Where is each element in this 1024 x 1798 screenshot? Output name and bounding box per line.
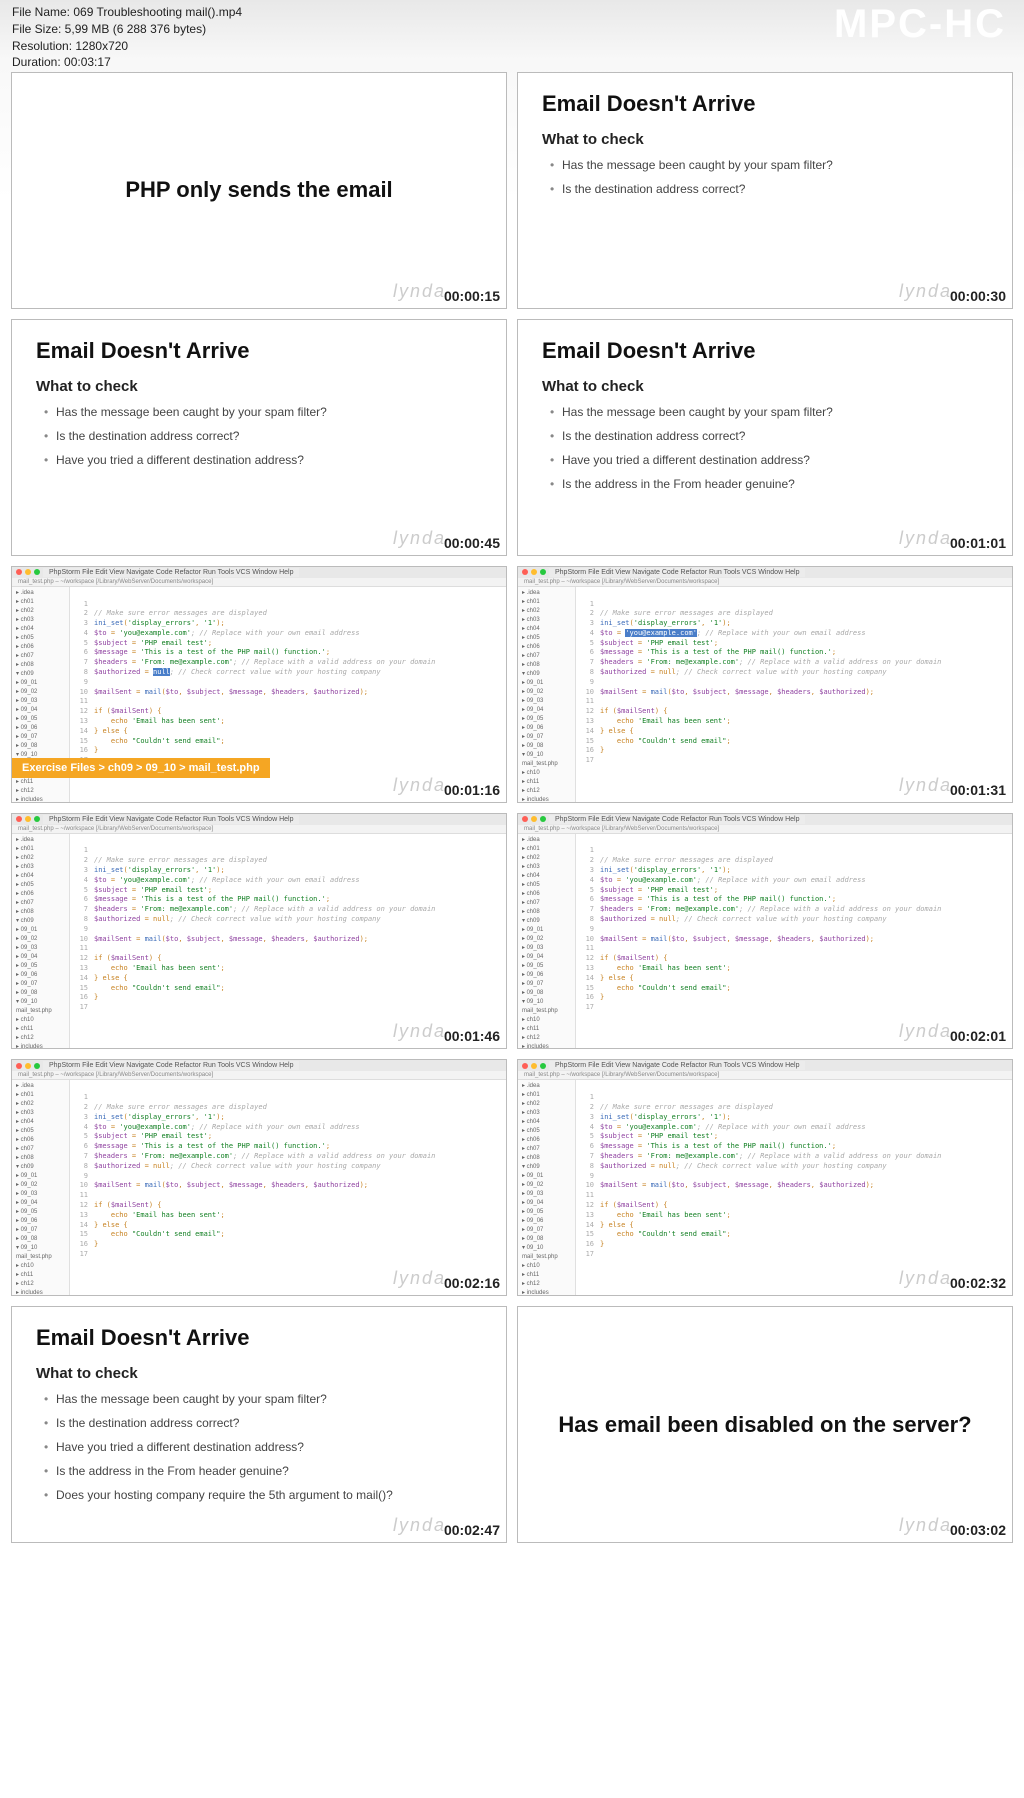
file-size-line: File Size: 5,99 MB (6 288 376 bytes): [12, 21, 242, 38]
project-tree[interactable]: ▸ .idea▸ ch01▸ ch02▸ ch03▸ ch04▸ ch05▸ c…: [518, 1080, 576, 1296]
bullet-item: Have you tried a different destination a…: [550, 453, 988, 467]
thumbnail-grid: PHP only sends the emaillynda00:00:15Ema…: [11, 72, 1013, 1790]
slide-subheading: What to check: [36, 1365, 482, 1382]
watermark: lynda: [899, 281, 952, 302]
bullet-list: Has the message been caught by your spam…: [542, 405, 988, 501]
timestamp: 00:00:45: [444, 535, 500, 551]
watermark: lynda: [393, 1515, 446, 1536]
bullet-item: Has the message been caught by your spam…: [550, 405, 988, 419]
project-tree[interactable]: ▸ .idea▸ ch01▸ ch02▸ ch03▸ ch04▸ ch05▸ c…: [518, 834, 576, 1050]
code-editor[interactable]: 1 2// Make sure error messages are displ…: [70, 1080, 506, 1296]
timestamp: 00:02:16: [444, 1275, 500, 1291]
watermark: lynda: [899, 528, 952, 549]
watermark: lynda: [393, 1268, 446, 1289]
ide-pathbar: mail_test.php – ~/workspace [/Library/We…: [12, 578, 506, 587]
thumbnail[interactable]: PhpStorm File Edit View Navigate Code Re…: [11, 1059, 507, 1296]
slide-heading: Email Doesn't Arrive: [36, 338, 482, 364]
app-name: MPC-HC: [834, 2, 1006, 47]
bullet-item: Is the address in the From header genuin…: [550, 477, 988, 491]
watermark: lynda: [393, 281, 446, 302]
timestamp: 00:01:46: [444, 1028, 500, 1044]
timestamp: 00:02:01: [950, 1028, 1006, 1044]
watermark: lynda: [393, 1021, 446, 1042]
code-editor[interactable]: 1 2// Make sure error messages are displ…: [576, 1080, 1012, 1296]
bullet-list: Has the message been caught by your spam…: [542, 158, 988, 206]
bullet-list: Has the message been caught by your spam…: [36, 1392, 482, 1512]
thumbnail[interactable]: PhpStorm File Edit View Navigate Code Re…: [517, 813, 1013, 1050]
thumbnail[interactable]: PhpStorm File Edit View Navigate Code Re…: [517, 566, 1013, 803]
watermark: lynda: [393, 775, 446, 796]
bullet-item: Is the destination address correct?: [550, 429, 988, 443]
bullet-item: Has the message been caught by your spam…: [550, 158, 988, 172]
bullet-item: Does your hosting company require the 5t…: [44, 1488, 482, 1502]
timestamp: 00:01:16: [444, 782, 500, 798]
bullet-item: Have you tried a different destination a…: [44, 453, 482, 467]
code-editor[interactable]: 1 2// Make sure error messages are displ…: [70, 834, 506, 1050]
file-name-line: File Name: 069 Troubleshooting mail().mp…: [12, 4, 242, 21]
thumbnail[interactable]: Email Doesn't Arrive What to check Has t…: [11, 319, 507, 556]
ide-pathbar: mail_test.php – ~/workspace [/Library/We…: [518, 1071, 1012, 1080]
bullet-item: Has the message been caught by your spam…: [44, 1392, 482, 1406]
code-editor[interactable]: 1 2// Make sure error messages are displ…: [576, 587, 1012, 803]
project-tree[interactable]: ▸ .idea▸ ch01▸ ch02▸ ch03▸ ch04▸ ch05▸ c…: [12, 1080, 70, 1296]
ide-pathbar: mail_test.php – ~/workspace [/Library/We…: [518, 578, 1012, 587]
timestamp: 00:03:02: [950, 1522, 1006, 1538]
timestamp: 00:01:31: [950, 782, 1006, 798]
thumbnail[interactable]: PhpStorm File Edit View Navigate Code Re…: [517, 1059, 1013, 1296]
thumbnail[interactable]: Email Doesn't Arrive What to check Has t…: [11, 1306, 507, 1543]
ide-pathbar: mail_test.php – ~/workspace [/Library/We…: [12, 1071, 506, 1080]
file-res-line: Resolution: 1280x720: [12, 38, 242, 55]
slide-subheading: What to check: [542, 131, 988, 148]
watermark: lynda: [393, 528, 446, 549]
bullet-item: Is the address in the From header genuin…: [44, 1464, 482, 1478]
project-tree[interactable]: ▸ .idea▸ ch01▸ ch02▸ ch03▸ ch04▸ ch05▸ c…: [12, 834, 70, 1050]
ide-menubar[interactable]: PhpStorm File Edit View Navigate Code Re…: [43, 1061, 299, 1070]
timestamp: 00:00:15: [444, 288, 500, 304]
timestamp: 00:02:32: [950, 1275, 1006, 1291]
slide-title: PHP only sends the email: [85, 177, 432, 203]
timestamp: 00:02:47: [444, 1522, 500, 1538]
thumbnail[interactable]: PhpStorm File Edit View Navigate Code Re…: [11, 566, 507, 803]
slide-title: Has email been disabled on the server?: [518, 1412, 1011, 1438]
slide-heading: Email Doesn't Arrive: [36, 1325, 482, 1351]
watermark: lynda: [899, 1515, 952, 1536]
slide-subheading: What to check: [542, 378, 988, 395]
code-editor[interactable]: 1 2// Make sure error messages are displ…: [576, 834, 1012, 1050]
timestamp: 00:01:01: [950, 535, 1006, 551]
exercise-crumb: Exercise Files > ch09 > 09_10 > mail_tes…: [12, 758, 270, 778]
ide-menubar[interactable]: PhpStorm File Edit View Navigate Code Re…: [549, 815, 805, 824]
bullet-list: Has the message been caught by your spam…: [36, 405, 482, 477]
bullet-item: Have you tried a different destination a…: [44, 1440, 482, 1454]
slide-subheading: What to check: [36, 378, 482, 395]
file-dur-line: Duration: 00:03:17: [12, 54, 242, 71]
watermark: lynda: [899, 1021, 952, 1042]
thumbnail[interactable]: Email Doesn't Arrive What to check Has t…: [517, 319, 1013, 556]
slide-heading: Email Doesn't Arrive: [542, 338, 988, 364]
bullet-item: Is the destination address correct?: [44, 429, 482, 443]
bullet-item: Is the destination address correct?: [550, 182, 988, 196]
slide-heading: Email Doesn't Arrive: [542, 91, 988, 117]
ide-menubar[interactable]: PhpStorm File Edit View Navigate Code Re…: [43, 815, 299, 824]
timestamp: 00:00:30: [950, 288, 1006, 304]
file-info: File Name: 069 Troubleshooting mail().mp…: [12, 4, 242, 71]
ide-pathbar: mail_test.php – ~/workspace [/Library/We…: [518, 825, 1012, 834]
bullet-item: Has the message been caught by your spam…: [44, 405, 482, 419]
ide-pathbar: mail_test.php – ~/workspace [/Library/We…: [12, 825, 506, 834]
watermark: lynda: [899, 775, 952, 796]
thumbnail[interactable]: PhpStorm File Edit View Navigate Code Re…: [11, 813, 507, 1050]
thumbnail[interactable]: Has email been disabled on the server? ly…: [517, 1306, 1013, 1543]
ide-menubar[interactable]: PhpStorm File Edit View Navigate Code Re…: [549, 1061, 805, 1070]
watermark: lynda: [899, 1268, 952, 1289]
bullet-item: Is the destination address correct?: [44, 1416, 482, 1430]
thumbnail[interactable]: Email Doesn't Arrive What to check Has t…: [517, 72, 1013, 309]
project-tree[interactable]: ▸ .idea▸ ch01▸ ch02▸ ch03▸ ch04▸ ch05▸ c…: [518, 587, 576, 803]
thumbnail[interactable]: PHP only sends the email lynda00:00:15: [11, 72, 507, 309]
ide-menubar[interactable]: PhpStorm File Edit View Navigate Code Re…: [549, 568, 805, 577]
ide-menubar[interactable]: PhpStorm File Edit View Navigate Code Re…: [43, 568, 299, 577]
